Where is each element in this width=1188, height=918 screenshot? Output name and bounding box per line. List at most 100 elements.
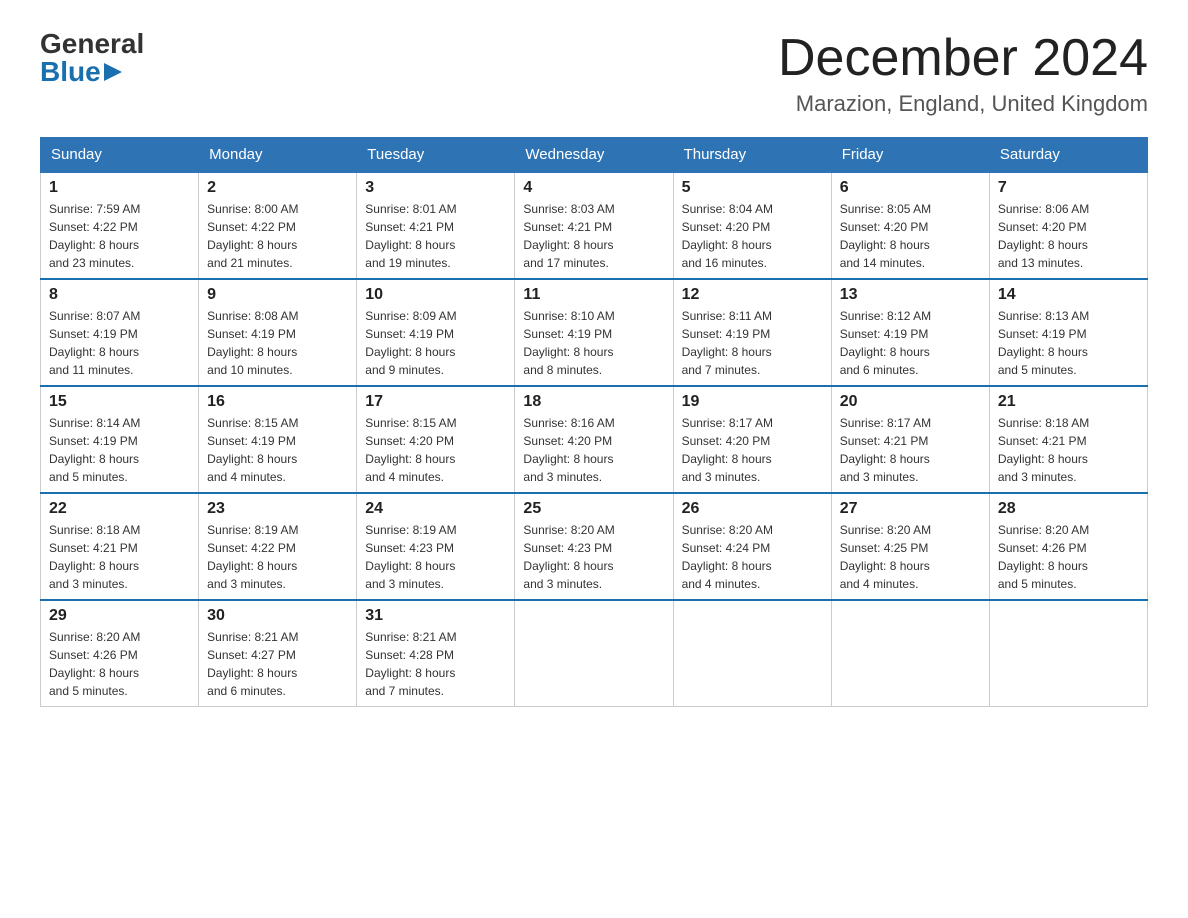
day-info: Sunrise: 7:59 AM Sunset: 4:22 PM Dayligh… [49, 200, 190, 272]
day-number: 30 [207, 607, 348, 625]
table-row: 25 Sunrise: 8:20 AM Sunset: 4:23 PM Dayl… [515, 493, 673, 600]
table-row: 27 Sunrise: 8:20 AM Sunset: 4:25 PM Dayl… [831, 493, 989, 600]
day-number: 14 [998, 286, 1139, 304]
table-row: 1 Sunrise: 7:59 AM Sunset: 4:22 PM Dayli… [41, 172, 199, 279]
calendar-week-row: 29 Sunrise: 8:20 AM Sunset: 4:26 PM Dayl… [41, 600, 1148, 707]
table-row: 7 Sunrise: 8:06 AM Sunset: 4:20 PM Dayli… [989, 172, 1147, 279]
day-info: Sunrise: 8:18 AM Sunset: 4:21 PM Dayligh… [998, 414, 1139, 486]
table-row: 29 Sunrise: 8:20 AM Sunset: 4:26 PM Dayl… [41, 600, 199, 707]
day-info: Sunrise: 8:20 AM Sunset: 4:26 PM Dayligh… [998, 521, 1139, 593]
table-row: 18 Sunrise: 8:16 AM Sunset: 4:20 PM Dayl… [515, 386, 673, 493]
calendar-header-row: Sunday Monday Tuesday Wednesday Thursday… [41, 138, 1148, 173]
table-row: 3 Sunrise: 8:01 AM Sunset: 4:21 PM Dayli… [357, 172, 515, 279]
header-monday: Monday [199, 138, 357, 173]
day-number: 8 [49, 286, 190, 304]
logo-blue-text: Blue [40, 58, 126, 86]
table-row: 10 Sunrise: 8:09 AM Sunset: 4:19 PM Dayl… [357, 279, 515, 386]
table-row: 17 Sunrise: 8:15 AM Sunset: 4:20 PM Dayl… [357, 386, 515, 493]
logo-arrow-icon [104, 61, 126, 83]
calendar-week-row: 1 Sunrise: 7:59 AM Sunset: 4:22 PM Dayli… [41, 172, 1148, 279]
table-row: 26 Sunrise: 8:20 AM Sunset: 4:24 PM Dayl… [673, 493, 831, 600]
logo: General Blue [40, 30, 144, 86]
day-number: 15 [49, 393, 190, 411]
page-header: General Blue December 2024 Marazion, Eng… [40, 30, 1148, 117]
header-thursday: Thursday [673, 138, 831, 173]
day-number: 17 [365, 393, 506, 411]
day-number: 10 [365, 286, 506, 304]
header-tuesday: Tuesday [357, 138, 515, 173]
day-info: Sunrise: 8:20 AM Sunset: 4:25 PM Dayligh… [840, 521, 981, 593]
day-number: 21 [998, 393, 1139, 411]
logo-general-text: General [40, 30, 144, 58]
day-info: Sunrise: 8:15 AM Sunset: 4:20 PM Dayligh… [365, 414, 506, 486]
day-number: 2 [207, 179, 348, 197]
table-row: 31 Sunrise: 8:21 AM Sunset: 4:28 PM Dayl… [357, 600, 515, 707]
day-info: Sunrise: 8:21 AM Sunset: 4:28 PM Dayligh… [365, 628, 506, 700]
table-row: 11 Sunrise: 8:10 AM Sunset: 4:19 PM Dayl… [515, 279, 673, 386]
header-wednesday: Wednesday [515, 138, 673, 173]
day-number: 9 [207, 286, 348, 304]
table-row [831, 600, 989, 707]
day-number: 19 [682, 393, 823, 411]
table-row: 9 Sunrise: 8:08 AM Sunset: 4:19 PM Dayli… [199, 279, 357, 386]
day-info: Sunrise: 8:17 AM Sunset: 4:20 PM Dayligh… [682, 414, 823, 486]
day-info: Sunrise: 8:16 AM Sunset: 4:20 PM Dayligh… [523, 414, 664, 486]
table-row: 24 Sunrise: 8:19 AM Sunset: 4:23 PM Dayl… [357, 493, 515, 600]
table-row: 22 Sunrise: 8:18 AM Sunset: 4:21 PM Dayl… [41, 493, 199, 600]
table-row [515, 600, 673, 707]
day-number: 25 [523, 500, 664, 518]
day-info: Sunrise: 8:08 AM Sunset: 4:19 PM Dayligh… [207, 307, 348, 379]
table-row: 8 Sunrise: 8:07 AM Sunset: 4:19 PM Dayli… [41, 279, 199, 386]
location-text: Marazion, England, United Kingdom [778, 91, 1148, 117]
table-row: 20 Sunrise: 8:17 AM Sunset: 4:21 PM Dayl… [831, 386, 989, 493]
day-info: Sunrise: 8:01 AM Sunset: 4:21 PM Dayligh… [365, 200, 506, 272]
day-info: Sunrise: 8:07 AM Sunset: 4:19 PM Dayligh… [49, 307, 190, 379]
calendar-week-row: 15 Sunrise: 8:14 AM Sunset: 4:19 PM Dayl… [41, 386, 1148, 493]
day-info: Sunrise: 8:03 AM Sunset: 4:21 PM Dayligh… [523, 200, 664, 272]
day-number: 3 [365, 179, 506, 197]
table-row: 15 Sunrise: 8:14 AM Sunset: 4:19 PM Dayl… [41, 386, 199, 493]
day-info: Sunrise: 8:19 AM Sunset: 4:22 PM Dayligh… [207, 521, 348, 593]
table-row: 21 Sunrise: 8:18 AM Sunset: 4:21 PM Dayl… [989, 386, 1147, 493]
table-row [989, 600, 1147, 707]
day-number: 13 [840, 286, 981, 304]
day-info: Sunrise: 8:18 AM Sunset: 4:21 PM Dayligh… [49, 521, 190, 593]
day-info: Sunrise: 8:20 AM Sunset: 4:23 PM Dayligh… [523, 521, 664, 593]
table-row [673, 600, 831, 707]
table-row: 28 Sunrise: 8:20 AM Sunset: 4:26 PM Dayl… [989, 493, 1147, 600]
calendar-week-row: 22 Sunrise: 8:18 AM Sunset: 4:21 PM Dayl… [41, 493, 1148, 600]
table-row: 4 Sunrise: 8:03 AM Sunset: 4:21 PM Dayli… [515, 172, 673, 279]
header-sunday: Sunday [41, 138, 199, 173]
day-number: 11 [523, 286, 664, 304]
table-row: 30 Sunrise: 8:21 AM Sunset: 4:27 PM Dayl… [199, 600, 357, 707]
day-number: 26 [682, 500, 823, 518]
day-number: 24 [365, 500, 506, 518]
table-row: 19 Sunrise: 8:17 AM Sunset: 4:20 PM Dayl… [673, 386, 831, 493]
table-row: 6 Sunrise: 8:05 AM Sunset: 4:20 PM Dayli… [831, 172, 989, 279]
day-number: 16 [207, 393, 348, 411]
day-info: Sunrise: 8:15 AM Sunset: 4:19 PM Dayligh… [207, 414, 348, 486]
day-info: Sunrise: 8:11 AM Sunset: 4:19 PM Dayligh… [682, 307, 823, 379]
header-saturday: Saturday [989, 138, 1147, 173]
day-number: 7 [998, 179, 1139, 197]
day-info: Sunrise: 8:10 AM Sunset: 4:19 PM Dayligh… [523, 307, 664, 379]
day-number: 5 [682, 179, 823, 197]
day-number: 18 [523, 393, 664, 411]
day-number: 4 [523, 179, 664, 197]
day-info: Sunrise: 8:14 AM Sunset: 4:19 PM Dayligh… [49, 414, 190, 486]
table-row: 23 Sunrise: 8:19 AM Sunset: 4:22 PM Dayl… [199, 493, 357, 600]
day-info: Sunrise: 8:20 AM Sunset: 4:24 PM Dayligh… [682, 521, 823, 593]
day-info: Sunrise: 8:21 AM Sunset: 4:27 PM Dayligh… [207, 628, 348, 700]
day-number: 29 [49, 607, 190, 625]
table-row: 2 Sunrise: 8:00 AM Sunset: 4:22 PM Dayli… [199, 172, 357, 279]
month-title: December 2024 [778, 30, 1148, 87]
day-info: Sunrise: 8:00 AM Sunset: 4:22 PM Dayligh… [207, 200, 348, 272]
day-number: 12 [682, 286, 823, 304]
calendar-table: Sunday Monday Tuesday Wednesday Thursday… [40, 137, 1148, 707]
day-number: 28 [998, 500, 1139, 518]
day-info: Sunrise: 8:06 AM Sunset: 4:20 PM Dayligh… [998, 200, 1139, 272]
day-number: 31 [365, 607, 506, 625]
day-number: 1 [49, 179, 190, 197]
table-row: 14 Sunrise: 8:13 AM Sunset: 4:19 PM Dayl… [989, 279, 1147, 386]
title-section: December 2024 Marazion, England, United … [778, 30, 1148, 117]
